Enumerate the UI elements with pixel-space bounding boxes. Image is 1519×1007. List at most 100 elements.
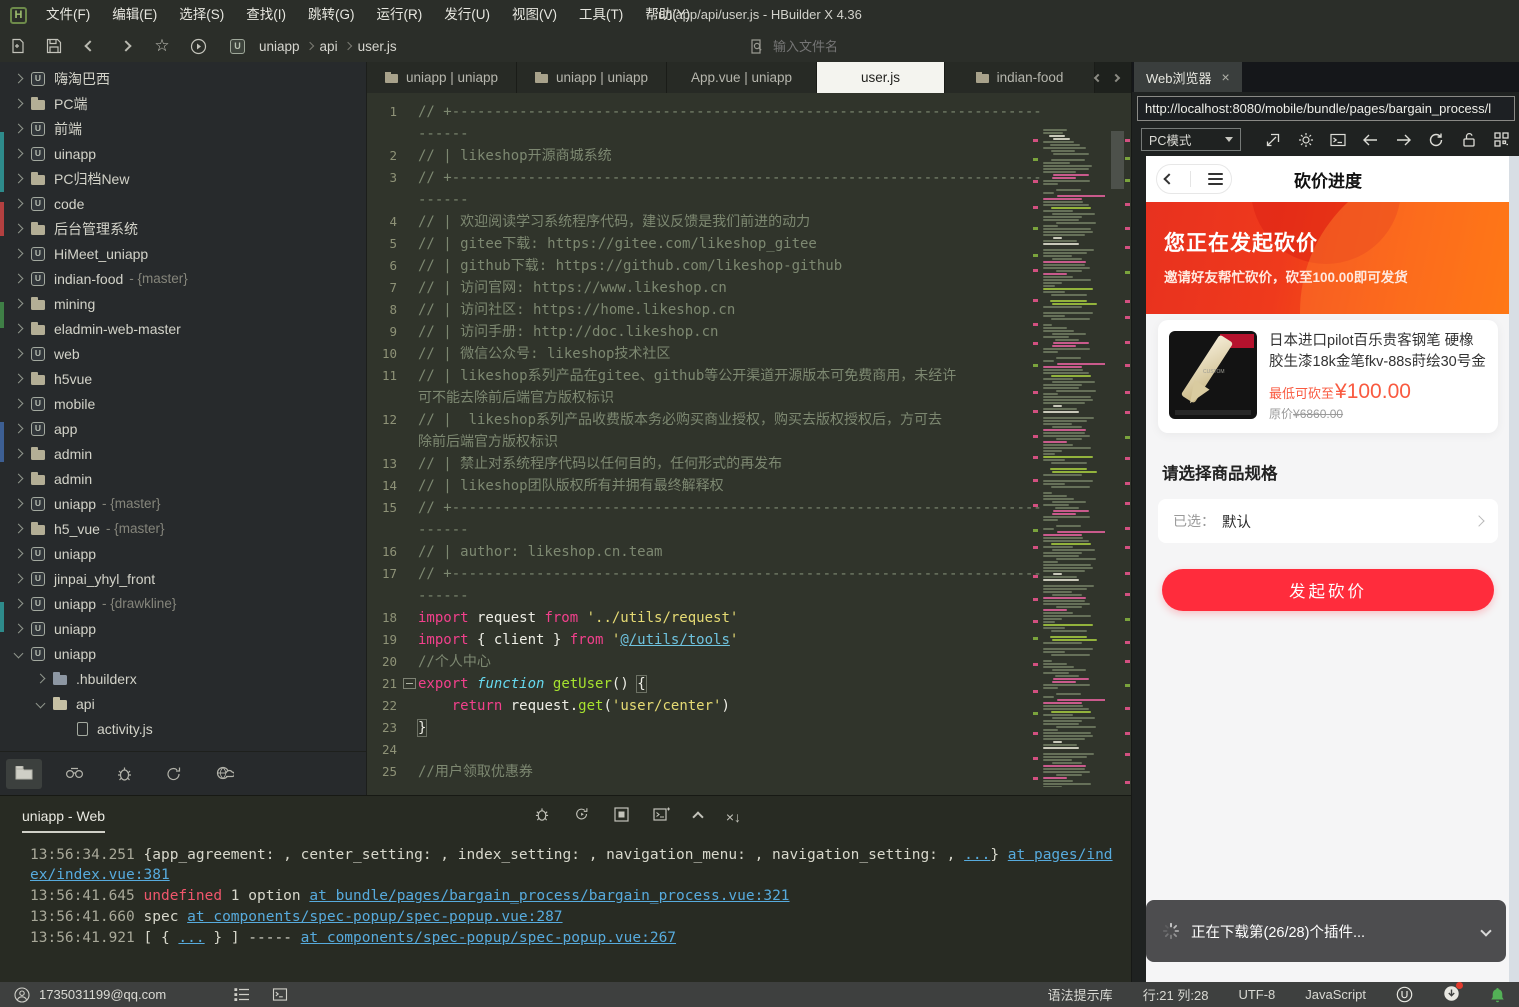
new-file-button[interactable] xyxy=(0,32,36,60)
tree-item[interactable]: mining xyxy=(5,291,356,316)
sync-view-button[interactable] xyxy=(156,759,192,789)
chevron-down-icon[interactable] xyxy=(1480,925,1491,936)
tree-item[interactable]: h5_vue- {master} xyxy=(5,516,356,541)
terminal-icon[interactable] xyxy=(272,988,288,1001)
tree-item[interactable]: Uuinapp xyxy=(5,141,356,166)
back-icon[interactable] xyxy=(1164,173,1175,184)
close-icon[interactable]: × xyxy=(1222,69,1230,85)
device-mode-select[interactable]: PC模式 xyxy=(1141,128,1241,151)
menu-item-S[interactable]: 选择(S) xyxy=(168,0,235,30)
file-search-input[interactable] xyxy=(773,39,1073,54)
console-source-link[interactable]: ... xyxy=(178,930,204,946)
devtools-console-icon[interactable] xyxy=(1330,130,1348,150)
tree-item[interactable]: api xyxy=(5,691,356,716)
syntax-library-status[interactable]: 语法提示库 xyxy=(1048,985,1113,1004)
browser-tab[interactable]: Web浏览器 × xyxy=(1134,62,1242,92)
tree-item[interactable]: admin xyxy=(5,466,356,491)
tree-item[interactable]: U前端 xyxy=(5,116,356,141)
qr-code-icon[interactable] xyxy=(1492,130,1510,150)
tree-item[interactable]: Umobile xyxy=(5,391,356,416)
tree-item[interactable]: UHiMeet_uniapp xyxy=(5,241,356,266)
tree-item[interactable]: Uuniapp xyxy=(5,616,356,641)
tree-item[interactable]: Uweb xyxy=(5,341,356,366)
tree-item[interactable]: Ucode xyxy=(5,191,356,216)
tree-item[interactable]: Uuniapp- {master} xyxy=(5,491,356,516)
navigate-back-button[interactable] xyxy=(72,32,108,60)
debug-view-button[interactable] xyxy=(106,759,142,789)
menu-item-U[interactable]: 发行(U) xyxy=(433,0,501,30)
tree-item[interactable]: .hbuilderx xyxy=(5,666,356,691)
editor-tab[interactable]: App.vue | uniapp xyxy=(667,62,817,93)
tree-item[interactable]: eladmin-web-master xyxy=(5,316,356,341)
language-mode-status[interactable]: JavaScript xyxy=(1305,987,1366,1002)
console-debug-icon[interactable] xyxy=(534,807,550,827)
encoding-status[interactable]: UTF-8 xyxy=(1238,987,1275,1002)
tree-item[interactable]: 后台管理系统 xyxy=(5,216,356,241)
console-source-link[interactable]: ... xyxy=(964,847,990,863)
cloud-view-button[interactable] xyxy=(206,759,242,789)
editor-tab[interactable]: uniapp | uniapp xyxy=(367,62,517,93)
minimap[interactable] xyxy=(1043,129,1105,787)
search-view-button[interactable] xyxy=(56,759,92,789)
tree-item[interactable]: Uuniapp xyxy=(5,541,356,566)
tree-item[interactable]: PC端 xyxy=(5,91,356,116)
tree-item[interactable]: Uuniapp- {drawkline} xyxy=(5,591,356,616)
cursor-position-status[interactable]: 行:21 列:28 xyxy=(1143,985,1209,1004)
tab-scroll-right-icon[interactable] xyxy=(1112,73,1120,81)
menu-item-F[interactable]: 文件(F) xyxy=(35,0,101,30)
breadcrumb-file[interactable]: user.js xyxy=(358,39,397,54)
product-card[interactable]: CUSTOM 日本进口pilot百乐贵客钢笔 硬橡胶生漆18k金笔fkv-88s… xyxy=(1158,320,1498,433)
menu-item-E[interactable]: 编辑(E) xyxy=(101,0,168,30)
start-bargain-button[interactable]: 发起砍价 xyxy=(1162,569,1494,611)
tree-item[interactable]: Uindian-food- {master} xyxy=(5,266,356,291)
menu-item-I[interactable]: 查找(I) xyxy=(235,0,297,30)
url-input[interactable] xyxy=(1137,96,1515,121)
console-tab[interactable]: uniapp - Web xyxy=(22,808,105,833)
console-close-icon[interactable]: ×↓ xyxy=(726,809,741,825)
tree-item[interactable]: activity.js xyxy=(5,716,356,741)
editor-tab[interactable]: uniapp | uniapp xyxy=(517,62,667,93)
notification-bell-icon[interactable] xyxy=(1490,987,1505,1003)
console-restart-icon[interactable] xyxy=(574,806,590,827)
console-source-link[interactable]: at bundle/pages/bargain_process/bargain_… xyxy=(309,888,789,904)
explorer-view-button[interactable] xyxy=(6,759,42,789)
browser-refresh-icon[interactable] xyxy=(1427,130,1445,150)
editor-tab[interactable]: user.js xyxy=(817,62,945,93)
menu-icon[interactable] xyxy=(1208,173,1223,185)
file-search-box[interactable] xyxy=(742,33,1132,59)
page-scroll-rail[interactable] xyxy=(1509,156,1519,982)
spec-selector[interactable]: 已选： 默认 xyxy=(1158,499,1498,543)
run-button[interactable] xyxy=(180,32,216,60)
console-collapse-icon[interactable] xyxy=(692,811,703,822)
console-stop-icon[interactable] xyxy=(614,807,629,827)
editor-tab[interactable]: indian-food xyxy=(945,62,1095,93)
tree-item[interactable]: PC归档New xyxy=(5,166,356,191)
console-source-link[interactable]: at components/spec-popup/spec-popup.vue:… xyxy=(187,909,562,925)
outline-list-icon[interactable] xyxy=(234,988,250,1001)
browser-forward-icon[interactable] xyxy=(1395,130,1413,150)
unlock-icon[interactable] xyxy=(1460,130,1478,150)
save-button[interactable] xyxy=(36,32,72,60)
tab-scroll-left-icon[interactable] xyxy=(1094,73,1102,81)
browser-back-icon[interactable] xyxy=(1362,130,1380,150)
account-status[interactable]: 1735031199@qq.com xyxy=(14,987,166,1003)
tree-item[interactable]: admin xyxy=(5,441,356,466)
menu-item-V[interactable]: 视图(V) xyxy=(501,0,568,30)
tree-item[interactable]: Uuniapp xyxy=(5,641,356,666)
uni-assistant-icon[interactable] xyxy=(1396,986,1413,1003)
nav-capsule[interactable] xyxy=(1156,164,1232,194)
update-download-icon[interactable] xyxy=(1443,985,1460,1005)
menu-item-R[interactable]: 运行(R) xyxy=(366,0,434,30)
code-area[interactable]: 1// +-----------------------------------… xyxy=(367,93,1131,795)
tree-item[interactable]: Uapp xyxy=(5,416,356,441)
bookmark-button[interactable]: ☆ xyxy=(144,32,180,60)
tree-item[interactable]: h5vue xyxy=(5,366,356,391)
navigate-forward-button[interactable] xyxy=(108,32,144,60)
tree-item[interactable]: Ujinpai_yhyl_front xyxy=(5,566,356,591)
detach-window-icon[interactable] xyxy=(1264,130,1282,150)
console-source-link[interactable]: at components/spec-popup/spec-popup.vue:… xyxy=(301,930,676,946)
breadcrumb-project[interactable]: uniapp xyxy=(259,39,300,54)
menu-item-G[interactable]: 跳转(G) xyxy=(297,0,366,30)
tree-item[interactable]: U嗨淘巴西 xyxy=(5,66,356,91)
breadcrumb-folder[interactable]: api xyxy=(320,39,338,54)
